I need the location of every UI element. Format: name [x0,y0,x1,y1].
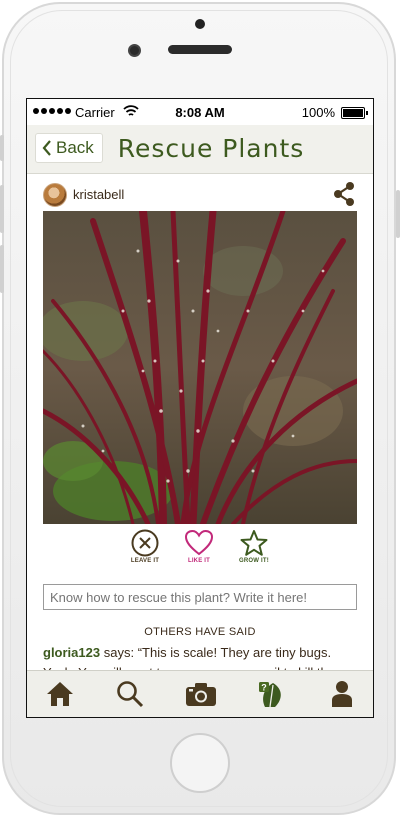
home-icon [47,682,73,706]
navigation-bar: Back Rescue Plants [27,125,373,174]
share-icon[interactable] [331,181,357,207]
battery-icon [341,107,368,119]
tab-search[interactable] [113,677,147,711]
rescue-icon: ? [259,682,281,708]
tab-profile[interactable] [325,677,359,711]
search-icon [117,681,144,708]
plant-photo [43,211,357,524]
tab-home[interactable] [43,677,77,711]
proximity-sensor [195,19,205,29]
post-header: kristabell [27,177,373,211]
comment-says: says: [103,645,135,660]
avatar[interactable] [43,183,67,207]
volume-up-button [0,185,4,233]
power-button [396,190,400,238]
grow-it-button[interactable]: GROW IT! [226,529,282,564]
star-icon [240,530,268,556]
like-it-button[interactable]: LIKE IT [171,529,227,564]
tab-bar: ? [27,670,373,717]
home-button[interactable] [170,733,230,793]
heart-icon [184,529,214,556]
app-screen: Carrier 8:08 AM 100% Back Rescue Plants … [26,98,374,718]
status-bar: Carrier 8:08 AM 100% [27,99,373,125]
tab-camera[interactable] [184,677,218,711]
grow-it-label: GROW IT! [239,558,269,564]
leave-it-label: LEAVE IT [130,558,160,564]
profile-icon [332,681,352,707]
post-username[interactable]: kristabell [73,187,124,202]
comment-author[interactable]: gloria123 [43,645,100,660]
svg-text:?: ? [261,683,267,693]
volume-down-button [0,245,4,293]
x-circle-icon [131,529,159,557]
like-it-label: LIKE IT [187,558,211,564]
battery-percent: 100% [301,105,335,120]
comments-heading: OTHERS HAVE SAID [144,626,256,638]
post-actions: LEAVE IT LIKE IT GROW IT! [27,529,373,575]
leave-it-button[interactable]: LEAVE IT [117,529,173,564]
mute-switch [0,135,4,161]
tab-rescue[interactable]: ? [255,677,289,711]
page-title: Rescue Plants [117,134,305,163]
camera-icon [186,683,216,706]
earpiece-speaker [168,45,232,54]
front-camera [128,44,141,57]
rescue-tip-input[interactable] [43,584,357,610]
